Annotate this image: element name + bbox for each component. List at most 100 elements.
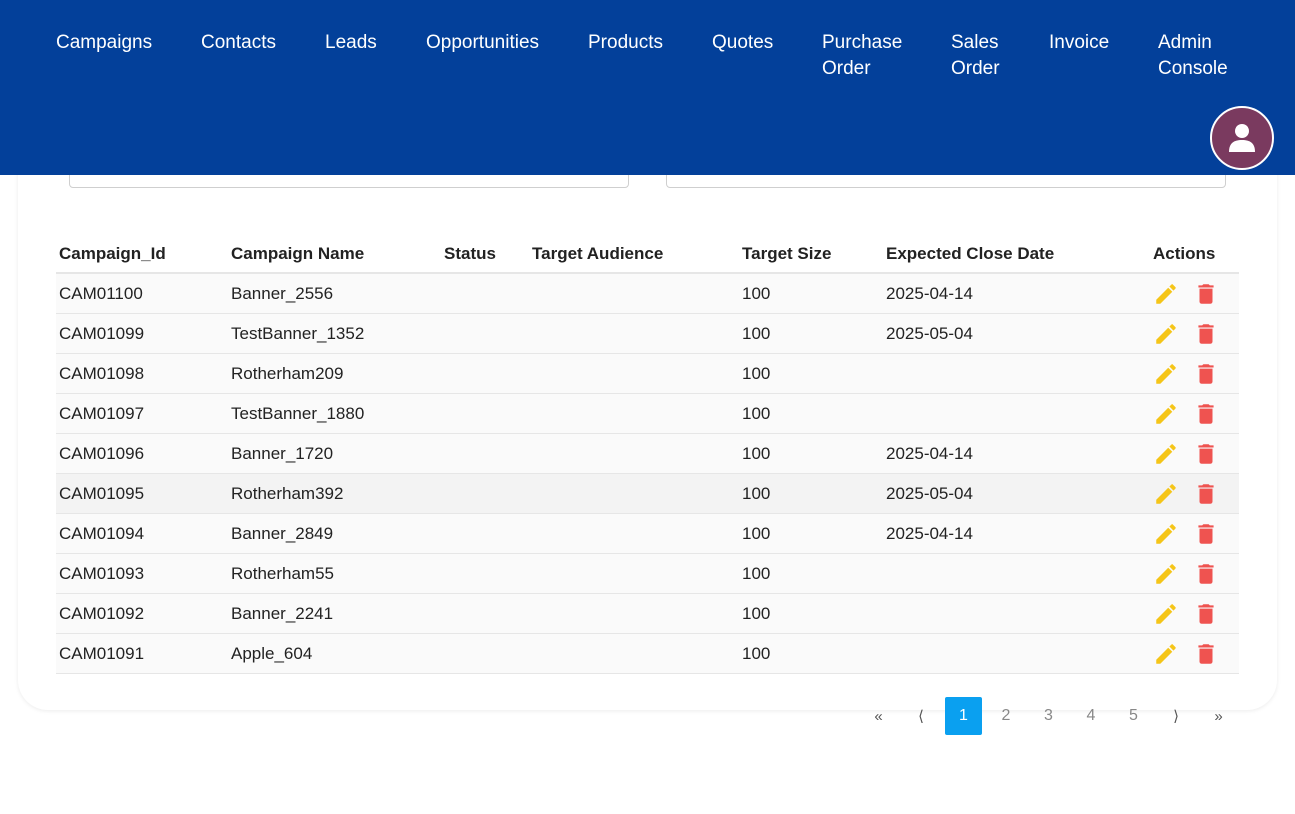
nav-item-products[interactable]: Products: [588, 30, 663, 56]
cell-status: [441, 393, 529, 434]
cell-campaign-id: CAM01096: [56, 433, 228, 474]
edit-button[interactable]: [1153, 281, 1179, 307]
prev-page-button[interactable]: ⟨: [903, 697, 940, 735]
trash-icon: [1193, 323, 1219, 351]
cell-actions: [1150, 633, 1239, 674]
cell-campaign-id: CAM01100: [56, 273, 228, 314]
table-row[interactable]: CAM01095 Rotherham392 100 2025-05-04: [56, 473, 1239, 514]
table-row[interactable]: CAM01096 Banner_1720 100 2025-04-14: [56, 433, 1239, 474]
nav-item-contacts[interactable]: Contacts: [201, 30, 276, 56]
delete-button[interactable]: [1193, 481, 1219, 507]
cell-target-size: 100: [739, 553, 883, 594]
column-header-target-size[interactable]: Target Size: [739, 236, 883, 274]
edit-button[interactable]: [1153, 641, 1179, 667]
page-button-5[interactable]: 5: [1115, 697, 1152, 735]
edit-button[interactable]: [1153, 561, 1179, 587]
cell-expected-close-date: 2025-04-14: [883, 273, 1150, 314]
last-page-button[interactable]: »: [1200, 697, 1237, 735]
pencil-icon: [1153, 323, 1179, 351]
cell-actions: [1150, 553, 1239, 594]
avatar[interactable]: [1210, 106, 1274, 170]
column-header-status[interactable]: Status: [441, 236, 529, 274]
column-header-campaign-name[interactable]: Campaign Name: [228, 236, 441, 274]
cell-target-audience: [529, 393, 739, 434]
cell-campaign-id: CAM01093: [56, 553, 228, 594]
cell-target-size: 100: [739, 633, 883, 674]
table-row[interactable]: CAM01094 Banner_2849 100 2025-04-14: [56, 513, 1239, 554]
column-header-expected-close-date[interactable]: Expected Close Date: [883, 236, 1150, 274]
nav-item-campaigns[interactable]: Campaigns: [56, 30, 152, 56]
cell-target-audience: [529, 513, 739, 554]
nav-item-invoice[interactable]: Invoice: [1049, 30, 1109, 56]
edit-button[interactable]: [1153, 521, 1179, 547]
cell-actions: [1150, 313, 1239, 354]
delete-button[interactable]: [1193, 281, 1219, 307]
cell-campaign-name: TestBanner_1880: [228, 393, 441, 434]
table-row[interactable]: CAM01093 Rotherham55 100: [56, 553, 1239, 594]
edit-button[interactable]: [1153, 601, 1179, 627]
cell-target-audience: [529, 473, 739, 514]
pencil-icon: [1153, 483, 1179, 511]
table-row[interactable]: CAM01100 Banner_2556 100 2025-04-14: [56, 273, 1239, 314]
delete-button[interactable]: [1193, 401, 1219, 427]
trash-icon: [1193, 403, 1219, 431]
cell-status: [441, 353, 529, 394]
nav-item-label-line2: Console: [1158, 58, 1228, 79]
page-button-2[interactable]: 2: [988, 697, 1025, 735]
delete-button[interactable]: [1193, 601, 1219, 627]
edit-button[interactable]: [1153, 361, 1179, 387]
nav-item-admin-console[interactable]: Admin Console: [1158, 30, 1228, 82]
trash-icon: [1193, 523, 1219, 551]
cell-actions: [1150, 593, 1239, 634]
column-header-campaign-id[interactable]: Campaign_Id: [56, 236, 228, 274]
cell-status: [441, 473, 529, 514]
nav-item-label: Quotes: [712, 32, 774, 53]
first-page-button[interactable]: «: [860, 697, 897, 735]
trash-icon: [1193, 483, 1219, 511]
cell-expected-close-date: 2025-04-14: [883, 433, 1150, 474]
nav-item-label: Campaigns: [56, 32, 153, 53]
delete-button[interactable]: [1193, 521, 1219, 547]
table-row[interactable]: CAM01091 Apple_604 100: [56, 633, 1239, 674]
cell-actions: [1150, 273, 1239, 314]
edit-button[interactable]: [1153, 401, 1179, 427]
delete-button[interactable]: [1193, 561, 1219, 587]
delete-button[interactable]: [1193, 441, 1219, 467]
delete-button[interactable]: [1193, 641, 1219, 667]
cell-actions: [1150, 353, 1239, 394]
page-button-4[interactable]: 4: [1073, 697, 1110, 735]
page-button-3[interactable]: 3: [1030, 697, 1067, 735]
edit-button[interactable]: [1153, 321, 1179, 347]
edit-button[interactable]: [1153, 441, 1179, 467]
page-button-1[interactable]: 1: [945, 697, 982, 735]
next-page-button[interactable]: ⟩: [1158, 697, 1195, 735]
cell-status: [441, 313, 529, 354]
cell-status: [441, 633, 529, 674]
nav-item-label-line1: Purchase: [822, 32, 903, 53]
nav-item-quotes[interactable]: Quotes: [712, 30, 773, 56]
campaigns-table: Campaign_Id Campaign Name Status Target …: [56, 236, 1239, 674]
column-header-target-audience[interactable]: Target Audience: [529, 236, 739, 274]
delete-button[interactable]: [1193, 361, 1219, 387]
edit-button[interactable]: [1153, 481, 1179, 507]
cell-expected-close-date: [883, 553, 1150, 594]
cell-status: [441, 553, 529, 594]
cell-target-audience: [529, 553, 739, 594]
column-header-actions: Actions: [1150, 236, 1239, 274]
top-nav-bar: Campaigns Contacts Leads Opportunities P…: [0, 0, 1295, 175]
cell-target-audience: [529, 433, 739, 474]
nav-item-label-line2: Order: [951, 58, 1000, 79]
delete-button[interactable]: [1193, 321, 1219, 347]
cell-target-audience: [529, 633, 739, 674]
nav-item-opportunities[interactable]: Opportunities: [426, 30, 539, 56]
cell-campaign-name: Banner_2556: [228, 273, 441, 314]
table-row[interactable]: CAM01097 TestBanner_1880 100: [56, 393, 1239, 434]
nav-item-sales-order[interactable]: Sales Order: [951, 30, 1000, 82]
cell-campaign-id: CAM01094: [56, 513, 228, 554]
nav-item-purchase-order[interactable]: Purchase Order: [822, 30, 902, 82]
table-row[interactable]: CAM01099 TestBanner_1352 100 2025-05-04: [56, 313, 1239, 354]
cell-actions: [1150, 393, 1239, 434]
nav-item-leads[interactable]: Leads: [325, 30, 377, 56]
table-row[interactable]: CAM01092 Banner_2241 100: [56, 593, 1239, 634]
table-row[interactable]: CAM01098 Rotherham209 100: [56, 353, 1239, 394]
